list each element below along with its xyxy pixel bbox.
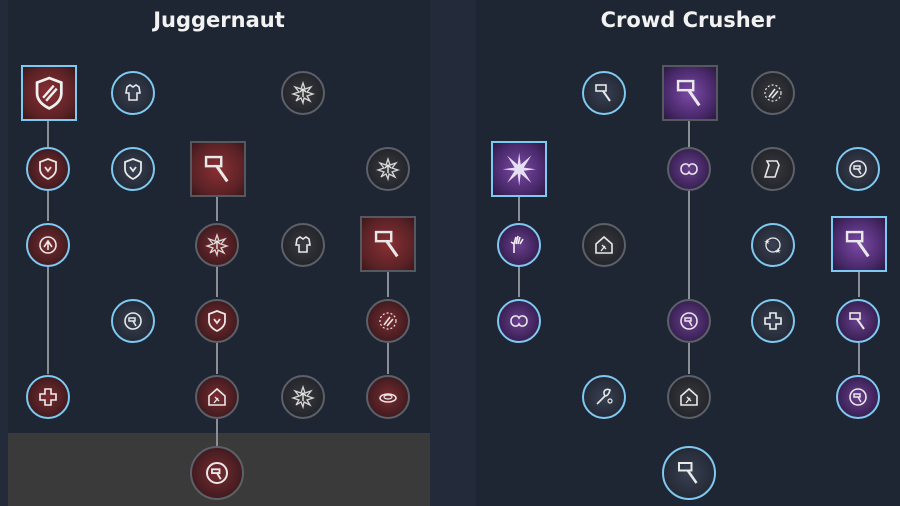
upgrade-burst-icon bbox=[376, 157, 400, 181]
chain-hammer-icon bbox=[370, 226, 406, 262]
tree-divider bbox=[430, 0, 476, 506]
recover-arrow-icon bbox=[36, 233, 60, 257]
crowd-crusher-tree-title: Crowd Crusher bbox=[600, 8, 776, 32]
crowd-crusher-node-hammer-smash[interactable] bbox=[836, 299, 880, 343]
juggernaut-node-upgrade-3[interactable] bbox=[281, 375, 325, 419]
axe-freeze-icon bbox=[592, 385, 616, 409]
connector bbox=[858, 272, 860, 297]
stars-orbit-icon bbox=[761, 233, 785, 257]
crowd-crusher-node-stars-orbit[interactable] bbox=[751, 223, 795, 267]
hammer-smash-icon bbox=[846, 309, 870, 333]
connector bbox=[387, 343, 389, 374]
juggernaut-node-shield-slash[interactable] bbox=[21, 65, 77, 121]
crowd-crusher-node-house-hammer-2[interactable] bbox=[667, 375, 711, 419]
juggernaut-node-burst[interactable] bbox=[195, 223, 239, 267]
juggernaut-node-recover[interactable] bbox=[26, 223, 70, 267]
crowd-crusher-node-capstone[interactable] bbox=[662, 446, 716, 500]
juggernaut-node-hammer-impact[interactable] bbox=[190, 141, 246, 197]
connector bbox=[47, 267, 49, 374]
crowd-crusher-node-explosion[interactable] bbox=[491, 141, 547, 197]
hammer-timer-icon bbox=[846, 385, 870, 409]
connector bbox=[518, 267, 520, 297]
juggernaut-node-shield-down-3[interactable] bbox=[195, 299, 239, 343]
crowd-crusher-node-hammer-timer-3[interactable] bbox=[836, 375, 880, 419]
upgrade-burst-icon bbox=[291, 81, 315, 105]
shield-down-icon bbox=[36, 157, 60, 181]
grab-hand-icon bbox=[507, 233, 531, 257]
juggernaut-node-health[interactable] bbox=[26, 375, 70, 419]
house-hammer-icon bbox=[205, 385, 229, 409]
house-hammer-icon bbox=[592, 233, 616, 257]
fist-burst-icon bbox=[376, 309, 400, 333]
crowd-crusher-node-hammer-spin[interactable] bbox=[582, 71, 626, 115]
health-cross-icon bbox=[761, 309, 785, 333]
hammer-timer-icon bbox=[846, 157, 870, 181]
crowd-crusher-node-grab-hand[interactable] bbox=[497, 223, 541, 267]
juggernaut-node-capstone[interactable] bbox=[190, 446, 244, 500]
slam-hammer-icon bbox=[672, 75, 708, 111]
connector bbox=[216, 343, 218, 374]
connector bbox=[688, 343, 690, 374]
fist-burst-icon bbox=[761, 81, 785, 105]
hammer-timer-icon bbox=[121, 309, 145, 333]
left-edge bbox=[0, 0, 8, 506]
hammer-dash-icon bbox=[841, 226, 877, 262]
explosion-icon bbox=[501, 151, 537, 187]
juggernaut-node-armor[interactable] bbox=[111, 71, 155, 115]
upgrade-burst-icon bbox=[291, 385, 315, 409]
hammer-capstone-icon bbox=[202, 458, 232, 488]
hammer-timer-icon bbox=[677, 309, 701, 333]
shield-slash-icon bbox=[31, 75, 67, 111]
juggernaut-node-house-hammer[interactable] bbox=[195, 375, 239, 419]
juggernaut-node-shield-down-alt[interactable] bbox=[111, 147, 155, 191]
whirl-icon bbox=[677, 157, 701, 181]
house-hammer-icon bbox=[677, 385, 701, 409]
whirl-icon bbox=[507, 309, 531, 333]
connector bbox=[688, 119, 690, 299]
juggernaut-node-upgrade-2[interactable] bbox=[366, 147, 410, 191]
health-cross-icon bbox=[36, 385, 60, 409]
shield-down-icon bbox=[205, 309, 229, 333]
crowd-crusher-node-hammer-dash[interactable] bbox=[831, 216, 887, 272]
crowd-crusher-node-health[interactable] bbox=[751, 299, 795, 343]
crowd-crusher-node-axe-freeze[interactable] bbox=[582, 375, 626, 419]
shield-down-icon bbox=[121, 157, 145, 181]
crowd-crusher-node-whirl-2[interactable] bbox=[497, 299, 541, 343]
burst-icon bbox=[205, 233, 229, 257]
crowd-crusher-node-house-hammer[interactable] bbox=[582, 223, 626, 267]
hammer-impact-icon bbox=[200, 151, 236, 187]
juggernaut-node-armor-2[interactable] bbox=[281, 223, 325, 267]
juggernaut-node-chain-hammer[interactable] bbox=[360, 216, 416, 272]
shockwave-icon bbox=[376, 385, 400, 409]
connector bbox=[216, 419, 218, 449]
hammer-spin-icon bbox=[592, 81, 616, 105]
hammer-capstone-icon bbox=[674, 458, 704, 488]
armor-icon bbox=[121, 81, 145, 105]
juggernaut-node-fist-burst[interactable] bbox=[366, 299, 410, 343]
connector bbox=[518, 196, 520, 221]
juggernaut-node-hammer-timer[interactable] bbox=[111, 299, 155, 343]
connector bbox=[387, 272, 389, 297]
connector bbox=[858, 343, 860, 374]
scroll-icon bbox=[761, 157, 785, 181]
juggernaut-node-upgrade[interactable] bbox=[281, 71, 325, 115]
crowd-crusher-node-fist-burst[interactable] bbox=[751, 71, 795, 115]
connector bbox=[47, 119, 49, 147]
juggernaut-tree-title: Juggernaut bbox=[153, 8, 285, 32]
connector bbox=[47, 191, 49, 221]
crowd-crusher-node-hammer-timer[interactable] bbox=[836, 147, 880, 191]
armor-icon bbox=[291, 233, 315, 257]
crowd-crusher-node-scroll[interactable] bbox=[751, 147, 795, 191]
crowd-crusher-node-hammer-timer-2[interactable] bbox=[667, 299, 711, 343]
connector bbox=[216, 196, 218, 221]
juggernaut-node-shockwave[interactable] bbox=[366, 375, 410, 419]
crowd-crusher-node-slam-hammer[interactable] bbox=[662, 65, 718, 121]
crowd-crusher-node-whirl[interactable] bbox=[667, 147, 711, 191]
connector bbox=[216, 267, 218, 297]
juggernaut-node-shield-down[interactable] bbox=[26, 147, 70, 191]
